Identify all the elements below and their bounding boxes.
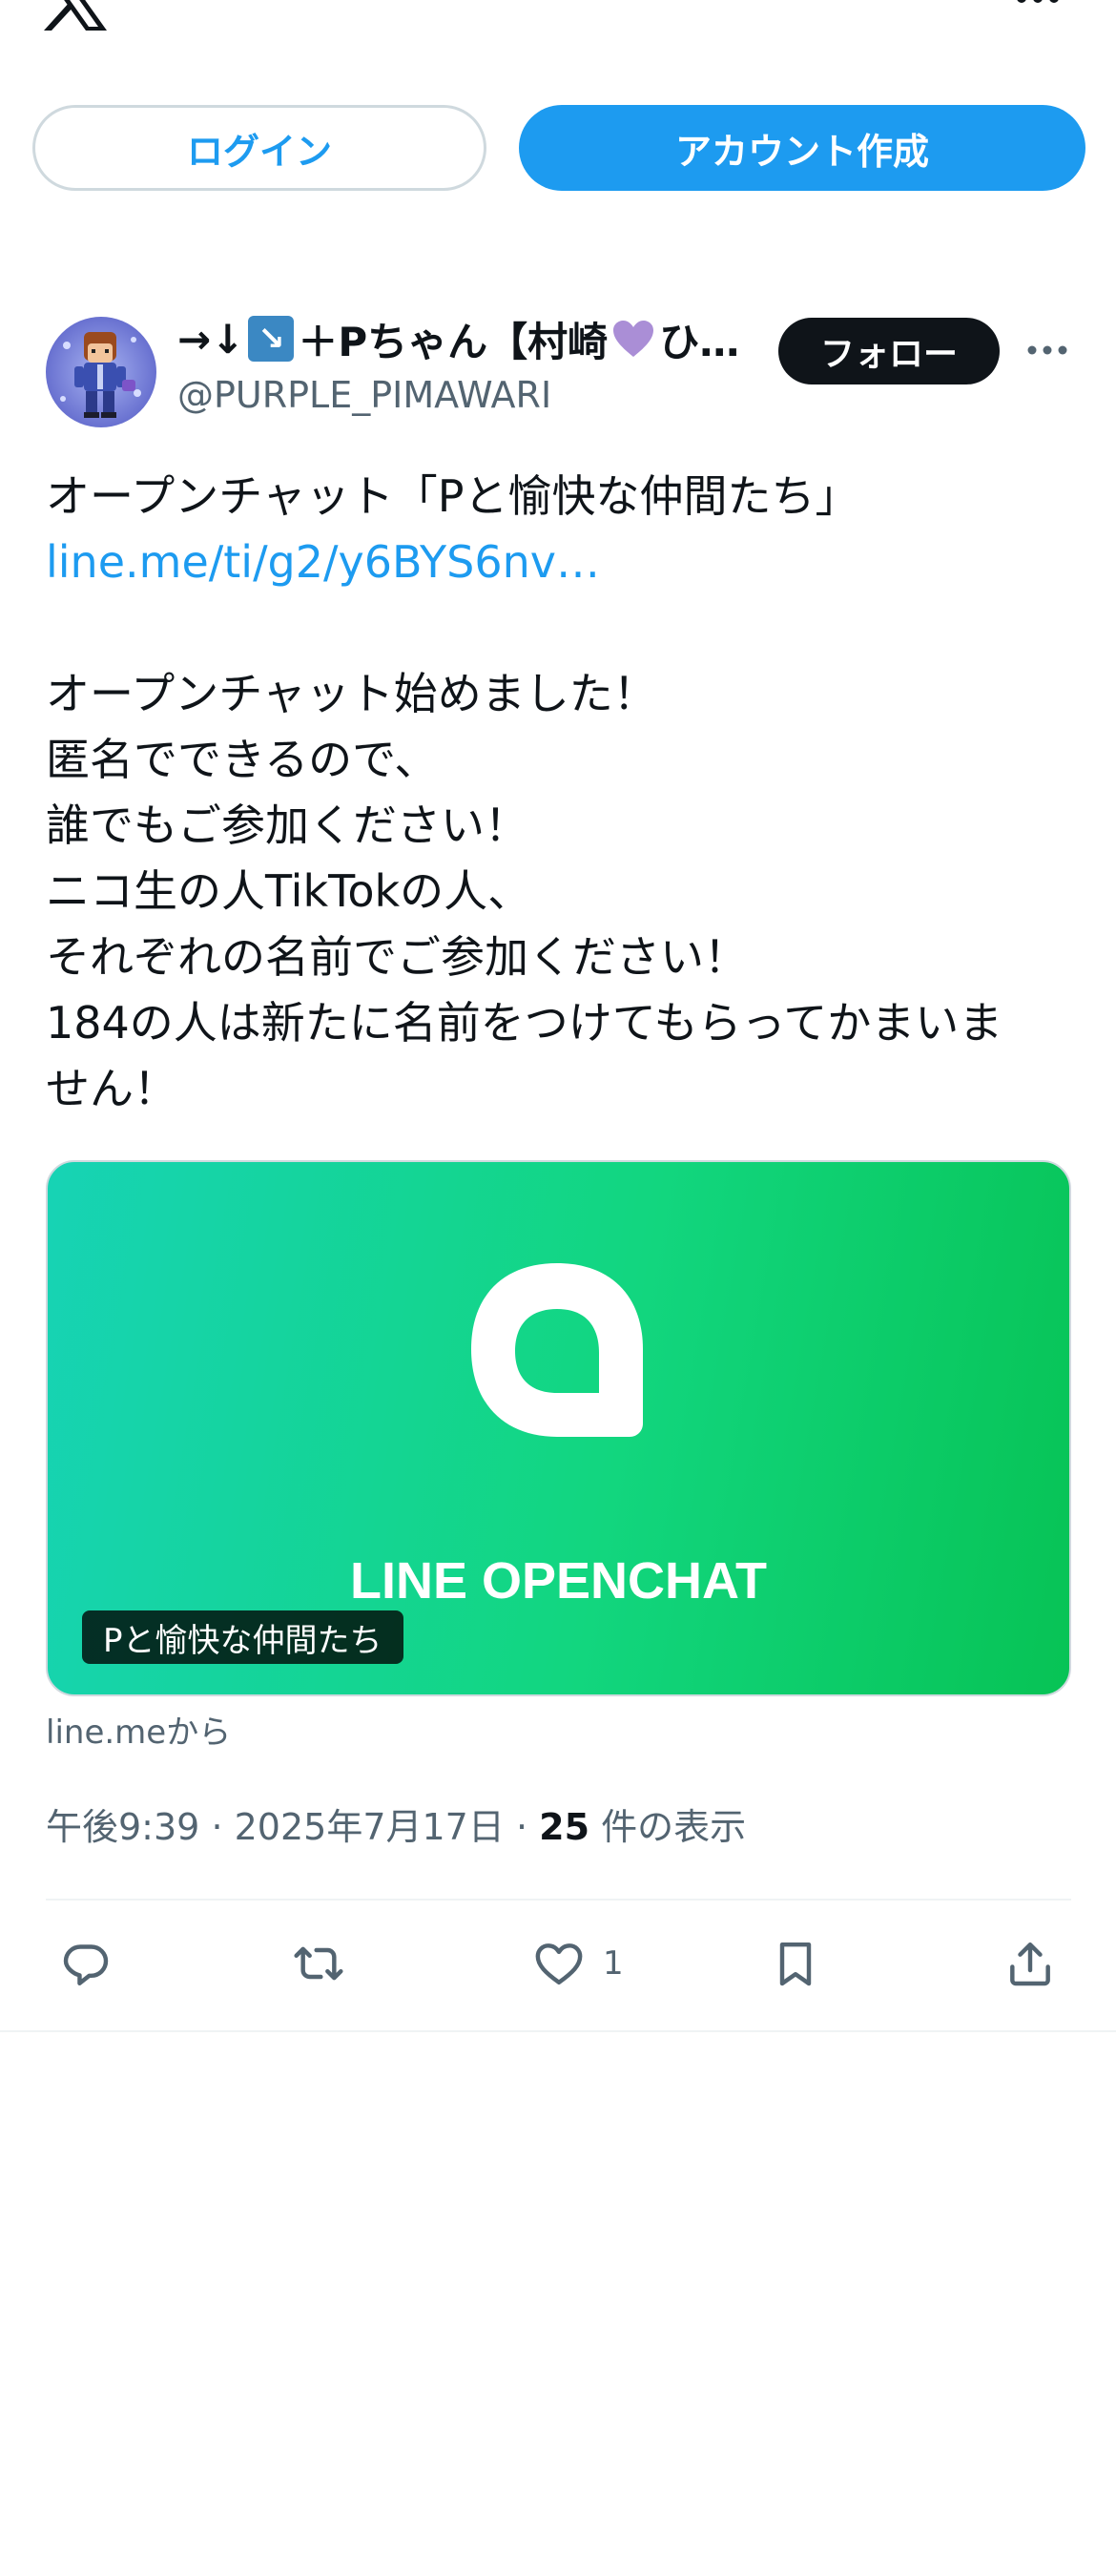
share-icon — [1010, 1942, 1050, 1986]
post-time[interactable]: 午後9:39 — [46, 1806, 199, 1848]
bookmark-button[interactable] — [769, 1935, 822, 1992]
openchat-logo-icon — [471, 1263, 643, 1437]
avatar[interactable] — [46, 317, 156, 427]
login-button[interactable]: ログイン — [32, 105, 486, 191]
post-text-line: ニコ生の人TikTokの人、 — [46, 865, 532, 917]
reply-button[interactable] — [59, 1935, 113, 1992]
openchat-wordmark: LINE OPENCHAT — [349, 1552, 767, 1610]
display-name-prefix: →↓ — [177, 315, 245, 363]
repost-button[interactable] — [292, 1935, 345, 1992]
post-more-icon[interactable] — [1026, 343, 1068, 357]
reply-icon — [63, 1944, 109, 1985]
post-date[interactable]: 2025年7月17日 — [235, 1806, 505, 1848]
view-count: 25 — [539, 1806, 590, 1848]
create-account-button[interactable]: アカウント作成 — [519, 105, 1085, 191]
repost-icon — [294, 1946, 343, 1981]
follow-button[interactable]: フォロー — [778, 318, 1000, 384]
x-logo-icon[interactable] — [44, 0, 111, 31]
post-meta: 午後9:39 · 2025年7月17日 · 25 件の表示 — [46, 1797, 746, 1850]
view-count-label: 件の表示 — [601, 1806, 747, 1848]
purple-heart-icon — [613, 321, 654, 357]
card-source[interactable]: line.meから — [46, 1706, 231, 1753]
display-name-suffix: ＋Pちゃん【村崎 — [298, 318, 609, 365]
like-button[interactable]: 1 — [532, 1935, 624, 1992]
post-text-line: オープンチャット始めました！ — [46, 668, 657, 719]
author-display-name[interactable]: →↓ ↘ ＋Pちゃん【村崎 ひ… — [177, 311, 750, 366]
post-text-line: オープンチャット「Pと愉快な仲間たち」 — [46, 470, 859, 522]
post-text-line: 184の人は新たに名前をつけてもらってかまいま — [46, 997, 1003, 1049]
meta-separator: · — [211, 1806, 235, 1848]
arrow-down-right-icon: ↘ — [248, 316, 295, 362]
avatar-image — [46, 317, 156, 427]
post-link[interactable]: line.me/ti/g2/y6BYS6nv… — [46, 530, 1076, 595]
post-text-line: せん！ — [46, 1063, 177, 1114]
card-title: Pと愉快な仲間たち — [82, 1610, 403, 1664]
tweet-page: ログイン アカウント作成 →↓ ↘ ＋Pちゃん【村崎 ひ… @PURPLE_PI… — [0, 0, 1116, 2576]
like-count: 1 — [603, 1944, 624, 1983]
bookmark-icon — [779, 1942, 812, 1986]
post-text-spacer — [46, 595, 1076, 661]
divider — [0, 2030, 1116, 2032]
author-handle[interactable]: @PURPLE_PIMAWARI — [177, 374, 551, 416]
share-button[interactable] — [1003, 1935, 1057, 1992]
heart-icon — [535, 1943, 583, 1985]
more-horizontal-icon[interactable] — [1015, 0, 1061, 10]
post-text: オープンチャット「Pと愉快な仲間たち」 line.me/ti/g2/y6BYS6… — [46, 464, 1076, 1122]
post-text-line: 匿名でできるので、 — [46, 734, 439, 785]
post-text-line: 誰でもご参加ください！ — [46, 800, 528, 851]
link-preview-card[interactable]: LINE OPENCHAT Pと愉快な仲間たち — [46, 1160, 1071, 1696]
meta-separator: · — [515, 1806, 540, 1848]
display-name-tail: ひ… — [659, 318, 740, 365]
post-text-line: それぞれの名前でご参加ください！ — [46, 931, 748, 983]
divider — [46, 1899, 1071, 1901]
